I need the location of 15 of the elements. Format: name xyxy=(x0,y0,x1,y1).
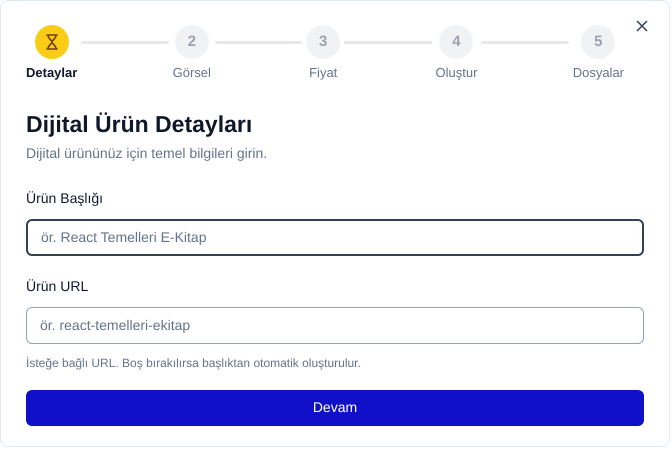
field-label: Ürün Başlığı xyxy=(26,188,104,208)
step-label: Fiyat xyxy=(309,64,338,82)
step-label: Görsel xyxy=(172,64,211,82)
step-label: Oluştur xyxy=(436,64,478,82)
hourglass-icon xyxy=(44,34,59,50)
continue-button[interactable]: Devam xyxy=(26,390,644,426)
text-input[interactable]: ör. React Temelleri E-Kitap xyxy=(26,218,644,256)
step-label: Detaylar xyxy=(26,64,78,82)
step-label: Dosyalar xyxy=(572,64,624,82)
field-label: Ürün URL xyxy=(26,276,90,296)
dialog-subtitle: Dijital ürününüz için temel bilgileri girin. xyxy=(26,144,268,163)
dialog-title: Dijital Ürün Detayları xyxy=(26,110,254,138)
close-icon xyxy=(636,20,648,32)
help-text: İsteğe bağlı URL. Boş bırakılırsa başlıktan otomatik oluşturulur. xyxy=(26,354,362,372)
text-input[interactable]: ör. react-temelleri-ekitap xyxy=(26,306,644,344)
